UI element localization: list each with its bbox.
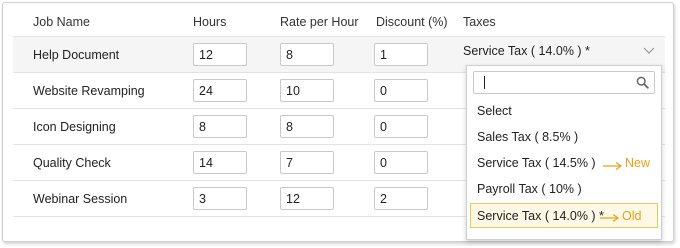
option-label: Service Tax ( 14.0% ) * xyxy=(477,209,604,223)
option-service-tax-14-0[interactable]: Service Tax ( 14.0% ) * Old xyxy=(470,203,658,228)
new-annotation: New xyxy=(625,156,651,170)
hours-input[interactable] xyxy=(193,115,247,138)
option-payroll-tax[interactable]: Payroll Tax ( 10% ) xyxy=(477,182,582,196)
rate-input[interactable] xyxy=(280,187,334,210)
hours-input[interactable] xyxy=(193,43,247,66)
dropdown-search-box xyxy=(473,71,655,94)
rate-input[interactable] xyxy=(280,151,334,174)
tax-select-value: Service Tax ( 14.0% ) * xyxy=(463,44,590,58)
old-annotation: Old xyxy=(622,209,642,223)
header-taxes: Taxes xyxy=(463,15,496,29)
job-name: Quality Check xyxy=(33,156,111,170)
arrow-right-icon xyxy=(599,212,621,222)
hours-input[interactable] xyxy=(193,79,247,102)
rate-input[interactable] xyxy=(280,43,334,66)
search-icon xyxy=(636,76,649,89)
discount-input[interactable] xyxy=(374,151,428,174)
discount-input[interactable] xyxy=(374,79,428,102)
tax-select[interactable]: Service Tax ( 14.0% ) * xyxy=(463,44,659,64)
text-cursor xyxy=(484,76,485,89)
header-rate: Rate per Hour xyxy=(280,15,359,29)
chevron-down-icon[interactable] xyxy=(642,45,656,57)
job-name: Website Revamping xyxy=(33,84,145,98)
discount-input[interactable] xyxy=(374,43,428,66)
dropdown-search-input[interactable] xyxy=(474,72,636,93)
rate-input[interactable] xyxy=(280,115,334,138)
hours-input[interactable] xyxy=(193,187,247,210)
tax-dropdown: Select Sales Tax ( 8.5% ) Service Tax ( … xyxy=(466,65,662,240)
job-name: Webinar Session xyxy=(33,192,128,206)
job-name: Help Document xyxy=(33,48,120,62)
header-hours: Hours xyxy=(193,15,227,29)
option-service-tax-14-5[interactable]: Service Tax ( 14.5% ) xyxy=(477,156,596,170)
header-job-name: Job Name xyxy=(33,15,90,29)
hours-input[interactable] xyxy=(193,151,247,174)
header-discount: Discount (%) xyxy=(376,15,448,29)
discount-input[interactable] xyxy=(374,115,428,138)
rate-input[interactable] xyxy=(280,79,334,102)
discount-input[interactable] xyxy=(374,187,428,210)
job-name: Icon Designing xyxy=(33,120,116,134)
option-sales-tax[interactable]: Sales Tax ( 8.5% ) xyxy=(477,130,578,144)
option-select[interactable]: Select xyxy=(477,104,512,118)
arrow-right-icon xyxy=(602,160,624,170)
